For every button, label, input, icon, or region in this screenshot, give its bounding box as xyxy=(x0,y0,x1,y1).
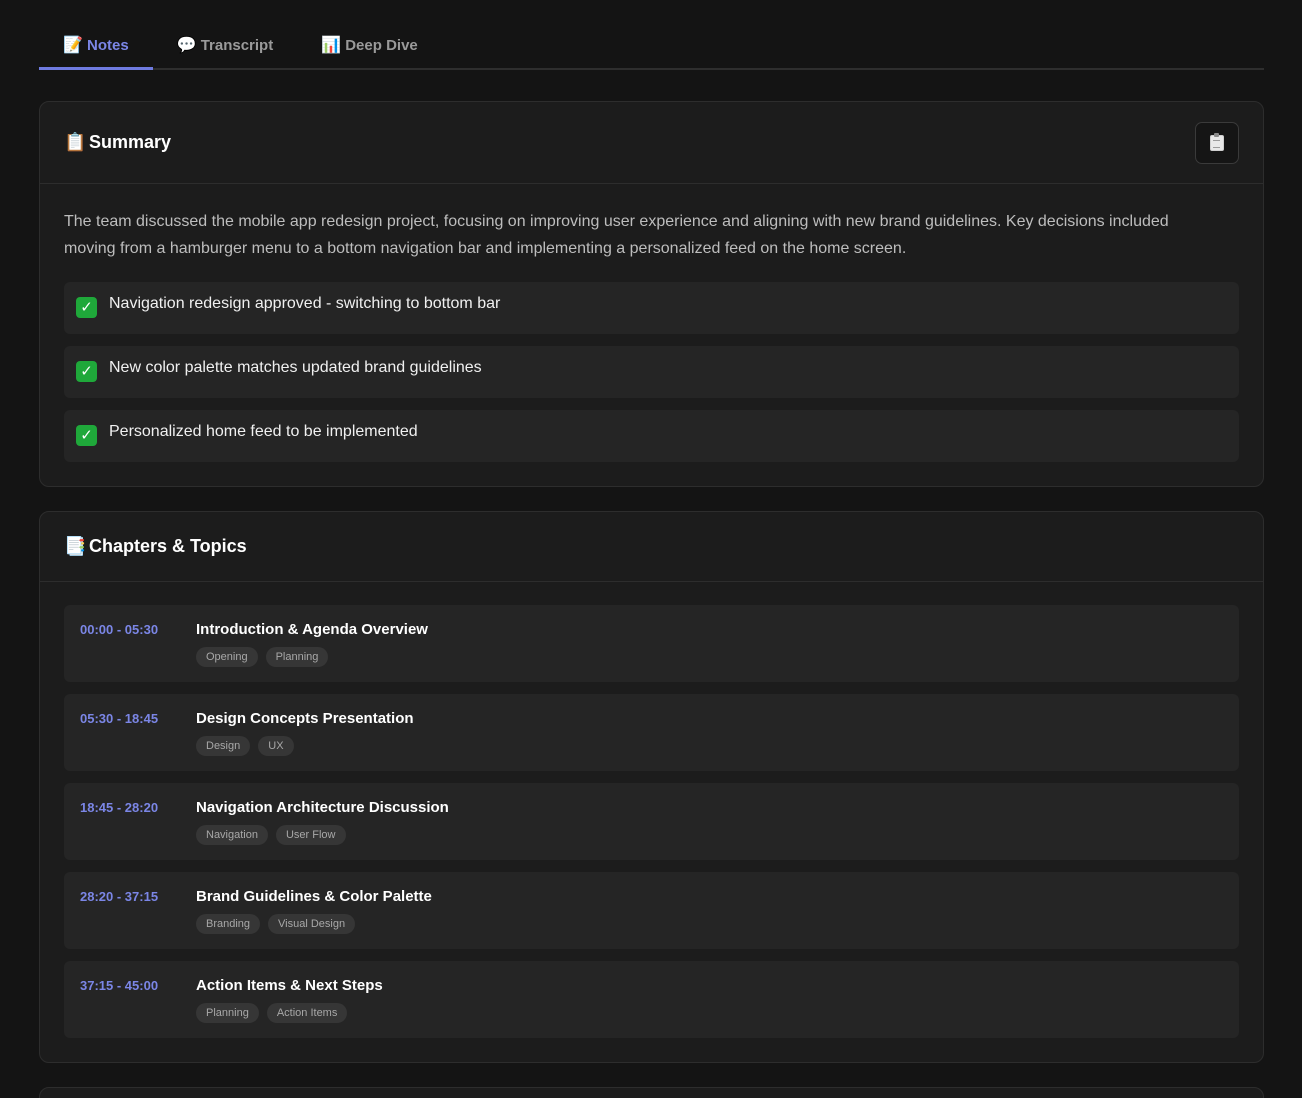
topic-tag: Design xyxy=(196,736,251,756)
chapter-title: Action Items & Next Steps xyxy=(196,977,383,994)
clipboard-icon: 📋 xyxy=(64,132,87,152)
topic-tag: User Flow xyxy=(275,825,346,845)
chapter-timestamp[interactable]: 05:30 - 18:45 xyxy=(80,710,196,771)
chapter-tags: Design UX xyxy=(196,736,1223,756)
key-point: ✓ New color palette matches updated bran… xyxy=(64,346,1239,398)
chapter-item[interactable]: 18:45 - 28:20 Navigation Architecture Di… xyxy=(64,783,1239,860)
chapter-tags: Planning Action Items xyxy=(196,1003,1223,1023)
chapter-item[interactable]: 05:30 - 18:45 Design Concepts Presentati… xyxy=(64,694,1239,771)
topic-tag: Opening xyxy=(196,647,258,667)
chapters-header: 📑 Chapters & Topics xyxy=(40,512,1263,582)
chapter-title: Brand Guidelines & Color Palette xyxy=(196,888,432,905)
summary-header: 📋 Summary xyxy=(40,102,1263,184)
next-card xyxy=(39,1087,1264,1098)
memo-icon: 📝 xyxy=(63,37,83,54)
check-icon: ✓ xyxy=(76,297,97,318)
summary-card: 📋 Summary The team discussed the mobile … xyxy=(39,101,1264,487)
key-point-text: Personalized home feed to be implemented xyxy=(109,423,418,440)
key-point: ✓ Navigation redesign approved - switchi… xyxy=(64,282,1239,334)
tab-transcript[interactable]: 💬 Transcript xyxy=(153,22,298,68)
summary-title-text: Summary xyxy=(89,132,172,152)
tab-bar: 📝 Notes 💬 Transcript 📊 Deep Dive xyxy=(39,22,1264,70)
copy-clipboard-icon xyxy=(1210,132,1224,151)
chapter-timestamp[interactable]: 28:20 - 37:15 xyxy=(80,888,196,949)
check-icon: ✓ xyxy=(76,425,97,446)
chapters-card: 📑 Chapters & Topics 00:00 - 05:30 Introd… xyxy=(39,511,1264,1063)
bookmark-tabs-icon: 📑 xyxy=(64,536,87,556)
tab-transcript-label: Transcript xyxy=(200,36,274,54)
notes-page: 📝 Notes 💬 Transcript 📊 Deep Dive 📋 Summa… xyxy=(0,0,1302,1098)
chapters-title-text: Chapters & Topics xyxy=(89,536,247,556)
copy-summary-button[interactable] xyxy=(1195,121,1239,164)
chapter-timestamp[interactable]: 18:45 - 28:20 xyxy=(80,799,196,860)
topic-tag: Branding xyxy=(196,914,261,934)
chapter-item[interactable]: 28:20 - 37:15 Brand Guidelines & Color P… xyxy=(64,872,1239,949)
chapters-title: 📑 Chapters & Topics xyxy=(64,536,247,557)
chapter-tags: Branding Visual Design xyxy=(196,914,1223,934)
topic-tag: Navigation xyxy=(196,825,268,845)
tab-notes[interactable]: 📝 Notes xyxy=(39,22,153,70)
bar-chart-icon: 📊 xyxy=(321,37,342,54)
key-points-list: ✓ Navigation redesign approved - switchi… xyxy=(64,282,1239,474)
speech-bubble-icon: 💬 xyxy=(176,37,197,54)
chapter-timestamp[interactable]: 37:15 - 45:00 xyxy=(80,977,196,1038)
key-point-text: New color palette matches updated brand … xyxy=(109,359,482,376)
topic-tag: UX xyxy=(258,736,294,756)
chapter-title: Introduction & Agenda Overview xyxy=(196,621,428,638)
chapter-tags: Navigation User Flow xyxy=(196,825,1223,845)
topic-tag: Action Items xyxy=(266,1003,348,1023)
chapter-item[interactable]: 00:00 - 05:30 Introduction & Agenda Over… xyxy=(64,605,1239,682)
topic-tag: Planning xyxy=(196,1003,259,1023)
tab-deep-dive-label: Deep Dive xyxy=(345,36,418,54)
chapter-list: 00:00 - 05:30 Introduction & Agenda Over… xyxy=(64,605,1239,1050)
tab-deep-dive[interactable]: 📊 Deep Dive xyxy=(297,22,442,68)
topic-tag: Visual Design xyxy=(268,914,356,934)
check-icon: ✓ xyxy=(76,361,97,382)
tab-notes-label: Notes xyxy=(87,36,129,54)
summary-title: 📋 Summary xyxy=(64,132,171,153)
chapter-item[interactable]: 37:15 - 45:00 Action Items & Next Steps … xyxy=(64,961,1239,1038)
key-point-text: Navigation redesign approved - switching… xyxy=(109,295,501,312)
chapter-tags: Opening Planning xyxy=(196,647,1223,667)
key-point: ✓ Personalized home feed to be implement… xyxy=(64,410,1239,462)
chapter-timestamp[interactable]: 00:00 - 05:30 xyxy=(80,621,196,682)
chapter-title: Design Concepts Presentation xyxy=(196,710,414,727)
summary-text: The team discussed the mobile app redesi… xyxy=(64,213,1169,257)
topic-tag: Planning xyxy=(265,647,329,667)
chapter-title: Navigation Architecture Discussion xyxy=(196,799,449,816)
